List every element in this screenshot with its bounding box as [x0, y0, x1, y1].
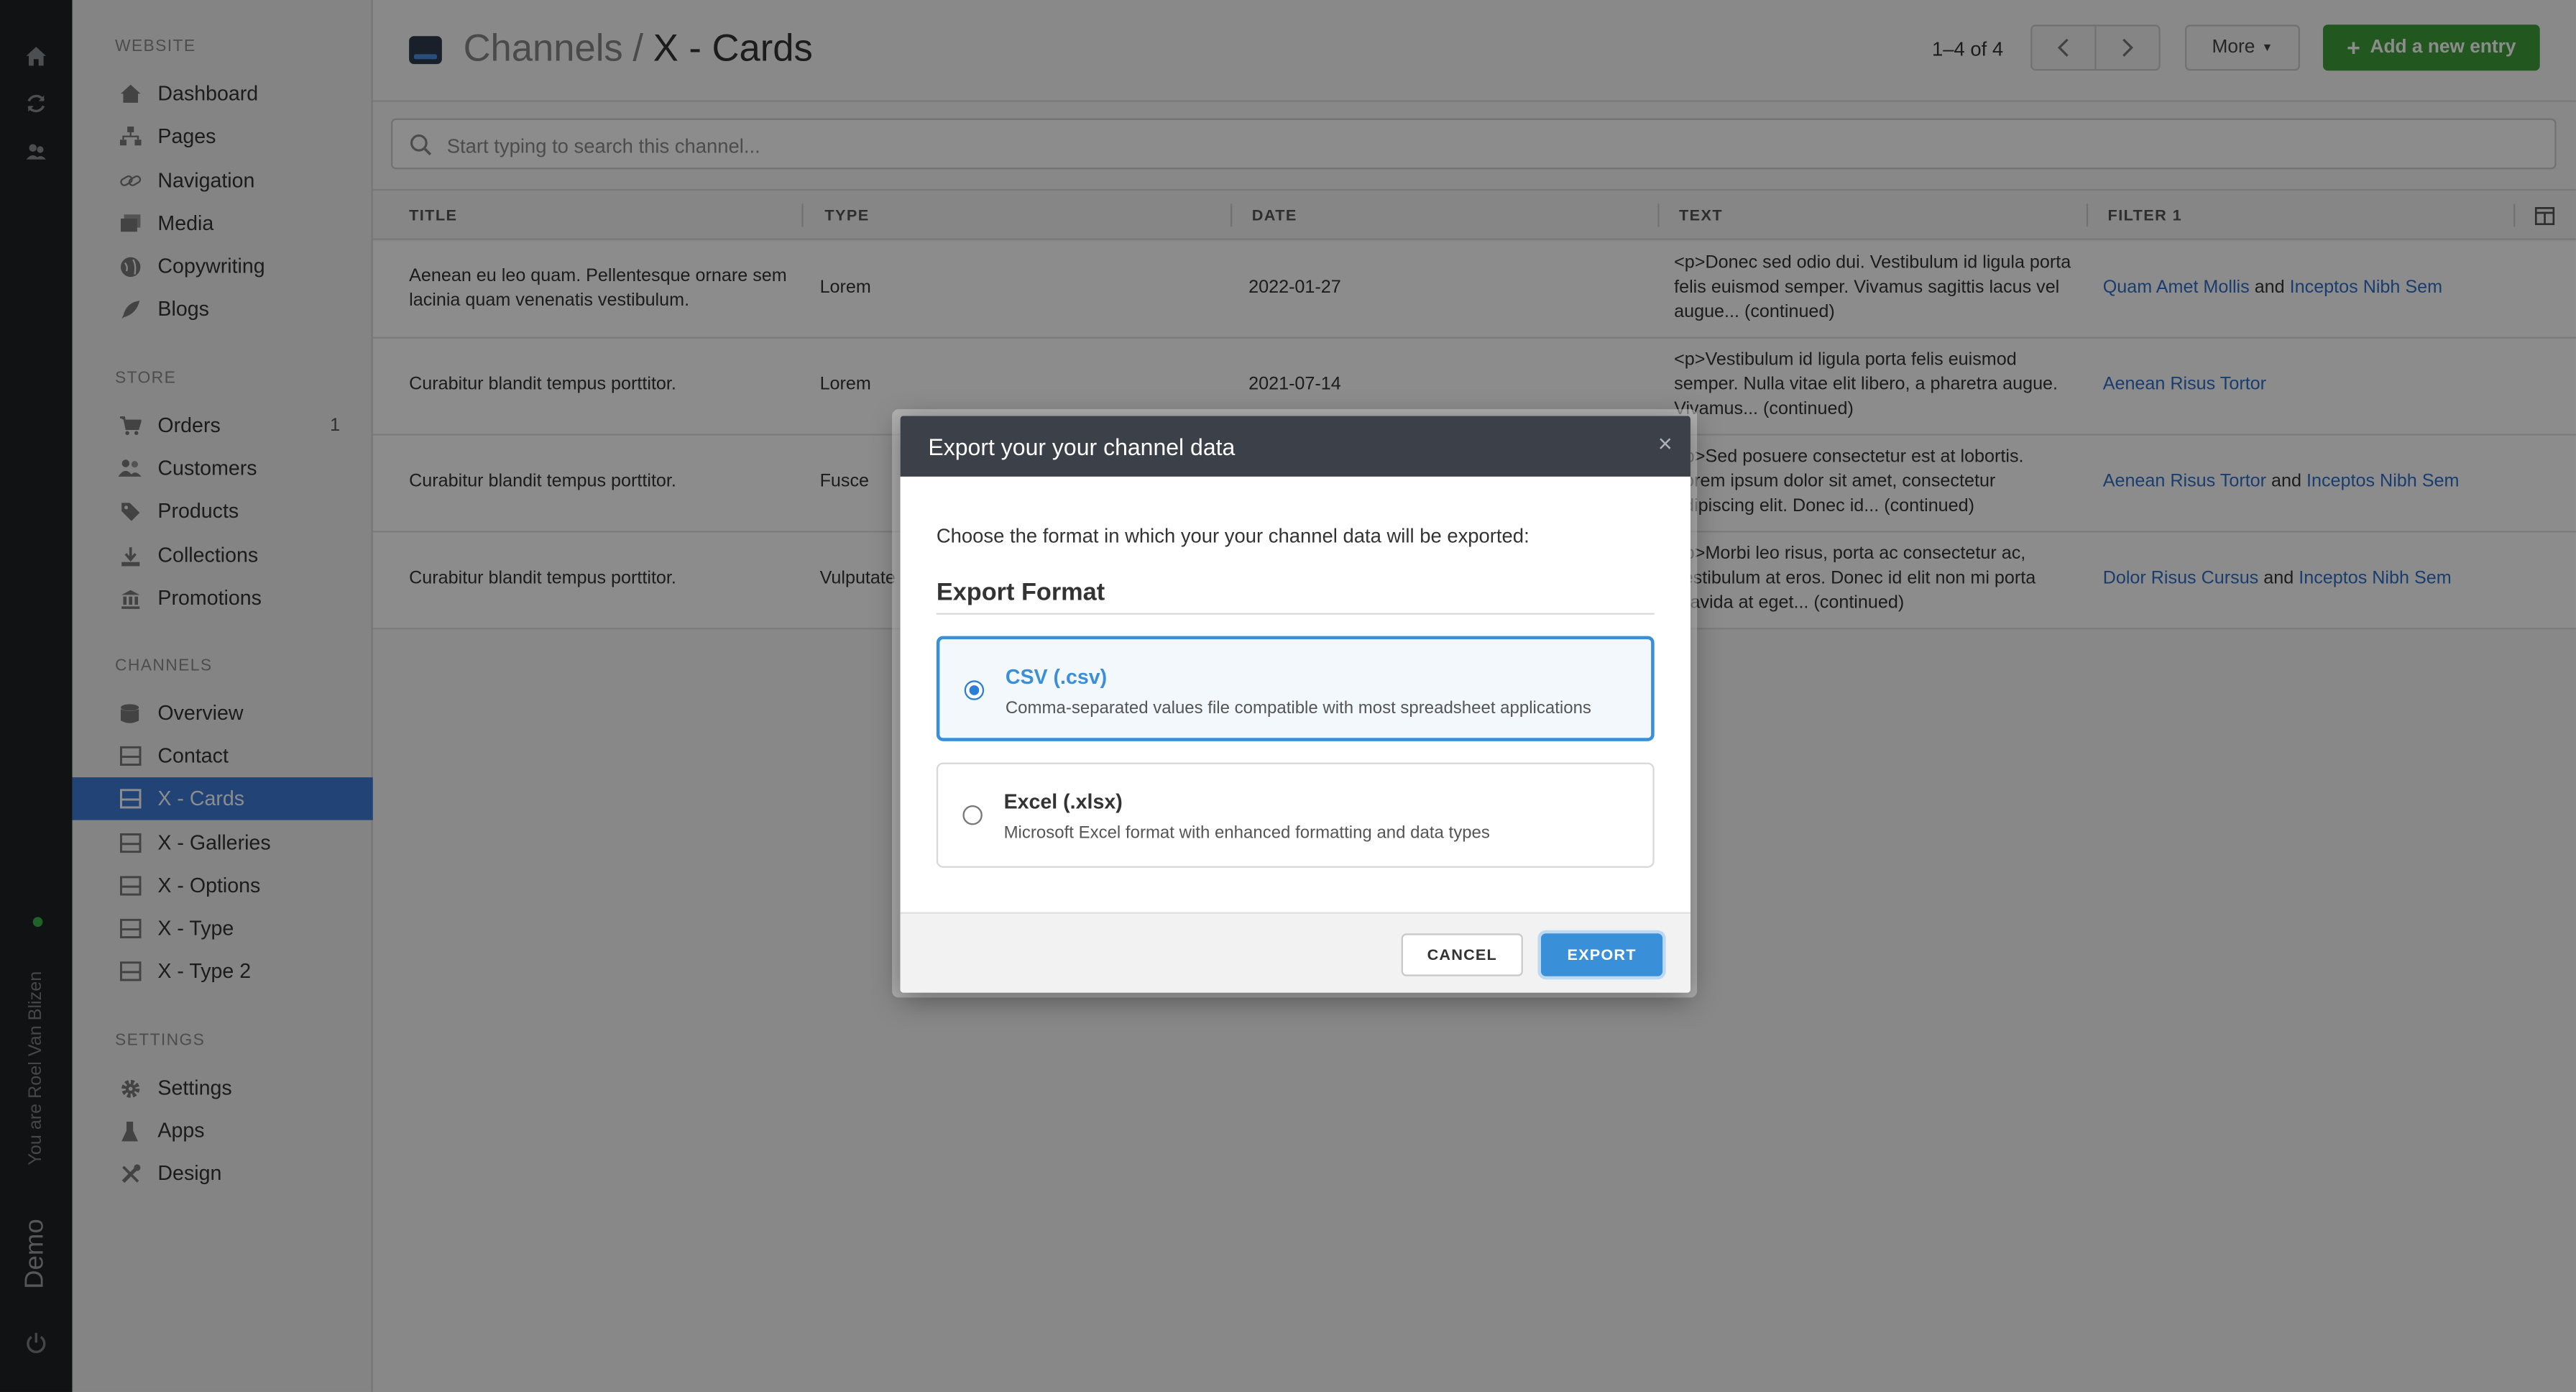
- close-icon[interactable]: ×: [1658, 431, 1673, 459]
- cancel-button[interactable]: CANCEL: [1401, 933, 1523, 976]
- export-modal: Export your your channel data × Choose t…: [900, 416, 1690, 993]
- option-description: Microsoft Excel format with enhanced for…: [1003, 823, 1490, 843]
- option-title: Excel (.xlsx): [1003, 790, 1123, 814]
- modal-title: Export your your channel data: [928, 434, 1236, 460]
- export-option-csv[interactable]: CSV (.csv) Comma-separated values file c…: [936, 636, 1655, 741]
- export-option-xlsx[interactable]: Excel (.xlsx) Microsoft Excel format wit…: [936, 762, 1655, 868]
- radio-csv[interactable]: [964, 680, 985, 700]
- modal-description: Choose the format in which your your cha…: [936, 524, 1530, 548]
- export-format-heading: Export Format: [936, 578, 1105, 607]
- modal-footer: CANCEL EXPORT: [900, 912, 1690, 993]
- modal-header: Export your your channel data ×: [900, 416, 1690, 477]
- option-description: Comma-separated values file compatible w…: [1005, 698, 1591, 718]
- radio-xlsx[interactable]: [962, 805, 983, 825]
- export-button[interactable]: EXPORT: [1540, 933, 1663, 976]
- divider: [936, 613, 1655, 615]
- option-title: CSV (.csv): [1005, 665, 1108, 689]
